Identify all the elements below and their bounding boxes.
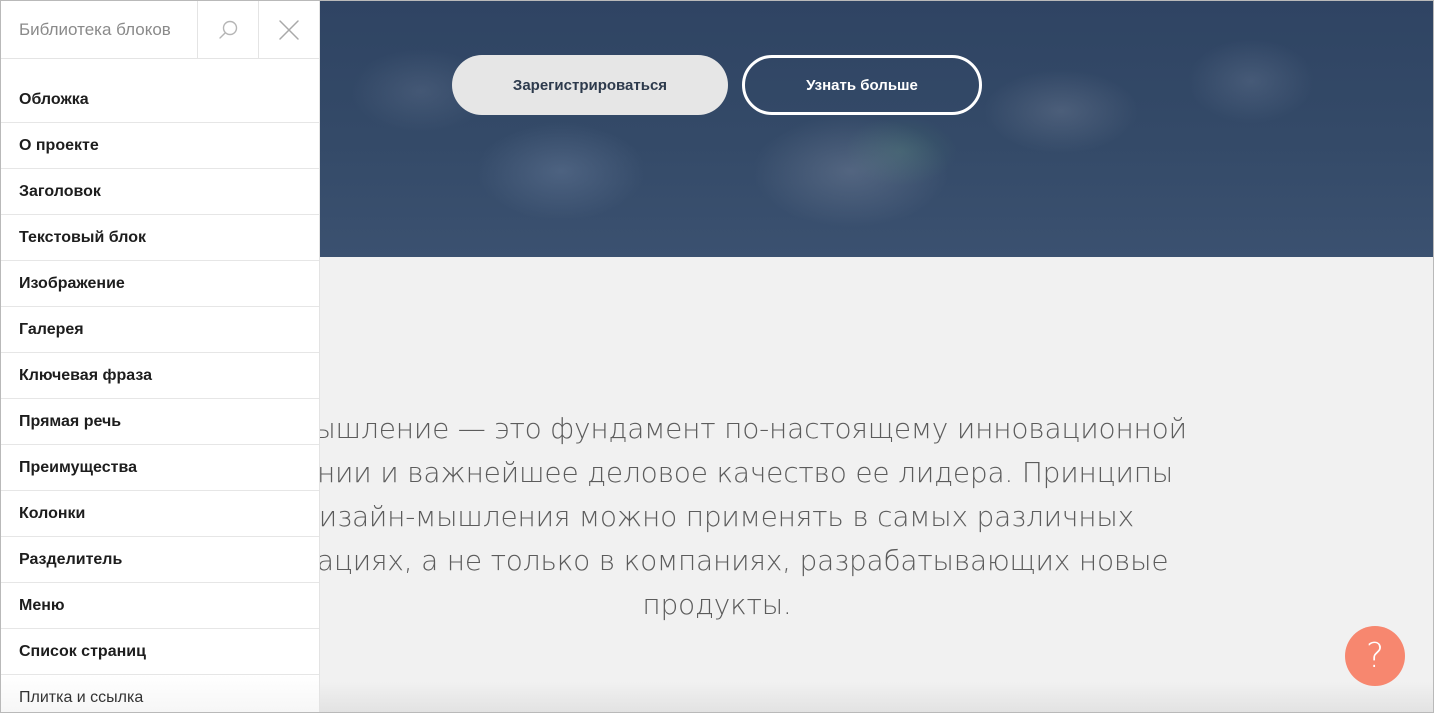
page: Зарегистрироваться Узнать больше йн-мышл… (0, 0, 1434, 713)
sidebar-item-gallery[interactable]: Галерея (1, 307, 319, 353)
key-phrase-text: йн-мышление — это фундамент по-настоящем… (239, 407, 1195, 627)
sidebar-header: Библиотека блоков (1, 1, 319, 59)
sidebar-title: Библиотека блоков (19, 19, 171, 39)
next-block-edge (320, 682, 1433, 712)
sidebar-item-page-list[interactable]: Список страниц (1, 629, 319, 675)
sidebar-item-menu[interactable]: Меню (1, 583, 319, 629)
sidebar-item-advantages[interactable]: Преимущества (1, 445, 319, 491)
sidebar-item-direct-speech[interactable]: Прямая речь (1, 399, 319, 445)
close-button[interactable] (258, 1, 319, 58)
learn-more-button[interactable]: Узнать больше (742, 55, 982, 115)
register-button[interactable]: Зарегистрироваться (452, 55, 728, 115)
search-button[interactable] (197, 1, 258, 58)
quote-line: йн-мышление — это фундамент по-настоящем… (247, 412, 1187, 445)
sidebar-item-columns[interactable]: Колонки (1, 491, 319, 537)
close-icon (279, 19, 299, 40)
search-icon (219, 20, 238, 39)
block-type-list: Обложка О проекте Заголовок Текстовый бл… (1, 59, 319, 712)
sidebar-item-image[interactable]: Изображение (1, 261, 319, 307)
quote-line: мпании и важнейшее деловое качество ее л… (260, 456, 1174, 489)
sidebar-item-about[interactable]: О проекте (1, 123, 319, 169)
sidebar-item-tile-link[interactable]: Плитка и ссылка (1, 675, 319, 712)
help-button[interactable]: ? (1345, 626, 1405, 686)
sidebar-item-divider[interactable]: Разделитель (1, 537, 319, 583)
sidebar-item-key-phrase[interactable]: Ключевая фраза (1, 353, 319, 399)
sidebar-item-text-block[interactable]: Текстовый блок (1, 215, 319, 261)
sidebar-item-cover[interactable]: Обложка (1, 77, 319, 123)
quote-line: низациях, а не только в компаниях, разра… (265, 544, 1169, 577)
sidebar-item-heading[interactable]: Заголовок (1, 169, 319, 215)
block-library-sidebar: Библиотека блоков Обложка О проекте Заго… (1, 1, 320, 712)
quote-line: дизайн-мышления можно применять в самых … (300, 500, 1134, 533)
quote-line: продукты. (642, 588, 792, 621)
help-icon: ? (1365, 636, 1385, 676)
